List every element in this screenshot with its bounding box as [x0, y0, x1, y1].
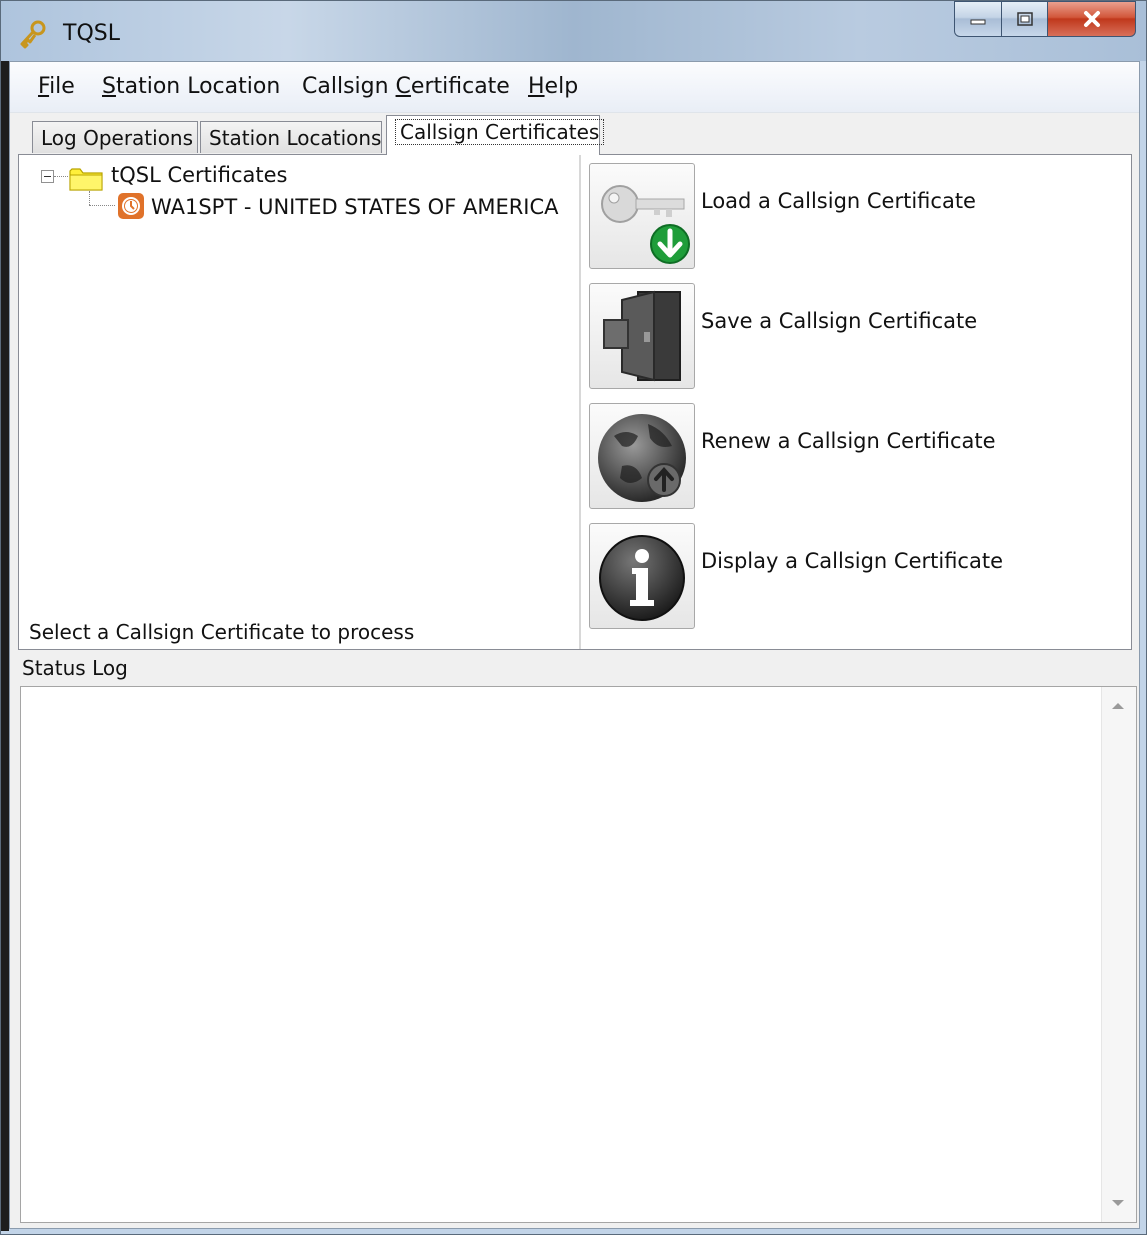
key-app-icon — [20, 20, 46, 49]
save-certificate-button[interactable] — [589, 283, 695, 389]
menu-callsign-certificate[interactable]: Callsign Certificate — [302, 74, 510, 99]
tab-log-operations[interactable]: Log Operations — [32, 121, 198, 153]
menu-help-mnemonic: H — [528, 74, 545, 99]
tab-strip: Log Operations Station Locations Callsig… — [10, 115, 1139, 155]
certificate-clock-icon — [118, 193, 144, 219]
window-shadow-edge — [1, 61, 9, 1231]
load-certificate-button[interactable] — [589, 163, 695, 269]
close-button[interactable] — [1048, 1, 1136, 37]
display-certificate-label: Display a Callsign Certificate — [701, 549, 1003, 573]
menu-station-location[interactable]: Station Location — [102, 74, 280, 99]
tree-connector-horizontal — [89, 205, 115, 206]
scroll-down-arrow-icon[interactable] — [1112, 1200, 1124, 1206]
load-certificate-label: Load a Callsign Certificate — [701, 189, 976, 213]
renew-certificate-button[interactable] — [589, 403, 695, 509]
key-download-icon — [601, 185, 690, 264]
info-icon — [599, 535, 685, 621]
display-certificate-button[interactable] — [589, 523, 695, 629]
status-log-scrollbar[interactable] — [1101, 687, 1136, 1222]
menu-file-label: ile — [49, 74, 75, 99]
menu-bar: File Station Location Callsign Certifica… — [10, 62, 1139, 113]
menu-callsign-certificate-mnemonic: C — [395, 74, 411, 99]
renew-certificate-action: Renew a Callsign Certificate — [589, 403, 1109, 513]
maximize-icon — [1016, 12, 1033, 26]
tab-station-locations[interactable]: Station Locations — [200, 121, 382, 153]
client-area: File Station Location Callsign Certifica… — [9, 61, 1140, 1229]
tree-root-label[interactable]: tQSL Certificates — [111, 163, 288, 187]
panel-splitter[interactable] — [579, 155, 581, 649]
maximize-button[interactable] — [1002, 1, 1048, 37]
folder-icon — [69, 168, 103, 191]
callsign-certificates-panel: tQSL Certificates WA1SPT - UNITED STATES… — [18, 154, 1132, 650]
minimize-button[interactable] — [954, 1, 1002, 37]
title-bar[interactable]: TQSL — [1, 1, 1146, 61]
scroll-up-arrow-icon[interactable] — [1112, 703, 1124, 709]
globe-upload-icon — [598, 414, 686, 502]
certificate-tree[interactable]: tQSL Certificates WA1SPT - UNITED STATES… — [19, 155, 579, 649]
load-certificate-action: Load a Callsign Certificate — [589, 163, 1109, 273]
tqsl-window: TQSL File Station Location Callsign Cert… — [0, 0, 1147, 1235]
window-controls — [954, 1, 1136, 39]
menu-station-location-mnemonic: S — [102, 74, 116, 99]
close-icon — [1083, 11, 1100, 27]
tree-connector — [54, 176, 68, 177]
menu-callsign-certificate-label: ertificate — [410, 74, 510, 99]
collapse-toggle-icon[interactable] — [41, 170, 54, 183]
status-log-textarea[interactable] — [20, 686, 1137, 1223]
save-certificate-action: Save a Callsign Certificate — [589, 283, 1109, 393]
minimize-icon — [970, 19, 986, 25]
menu-file-mnemonic: F — [38, 74, 50, 99]
tab-station-locations-label: Station Locations — [209, 126, 382, 150]
display-certificate-action: Display a Callsign Certificate — [589, 523, 1109, 633]
menu-station-location-label: tation Location — [115, 74, 281, 99]
menu-help-label: elp — [544, 74, 579, 99]
selection-hint: Select a Callsign Certificate to process — [29, 620, 415, 644]
window-title: TQSL — [63, 21, 120, 46]
tab-callsign-certificates-label: Callsign Certificates — [395, 119, 605, 145]
save-certificate-label: Save a Callsign Certificate — [701, 309, 978, 333]
tree-certificate-item[interactable]: WA1SPT - UNITED STATES OF AMERICA — [151, 195, 559, 219]
renew-certificate-label: Renew a Callsign Certificate — [701, 429, 996, 453]
status-log-label: Status Log — [22, 656, 128, 680]
door-save-icon — [603, 290, 681, 382]
tree-connector-vertical — [89, 191, 90, 205]
menu-file[interactable]: File — [38, 74, 75, 99]
tab-callsign-certificates[interactable]: Callsign Certificates — [386, 115, 605, 155]
tab-log-operations-label: Log Operations — [41, 126, 194, 150]
menu-help[interactable]: Help — [528, 74, 578, 99]
menu-callsign-certificate-prefix: Callsign — [302, 74, 396, 99]
